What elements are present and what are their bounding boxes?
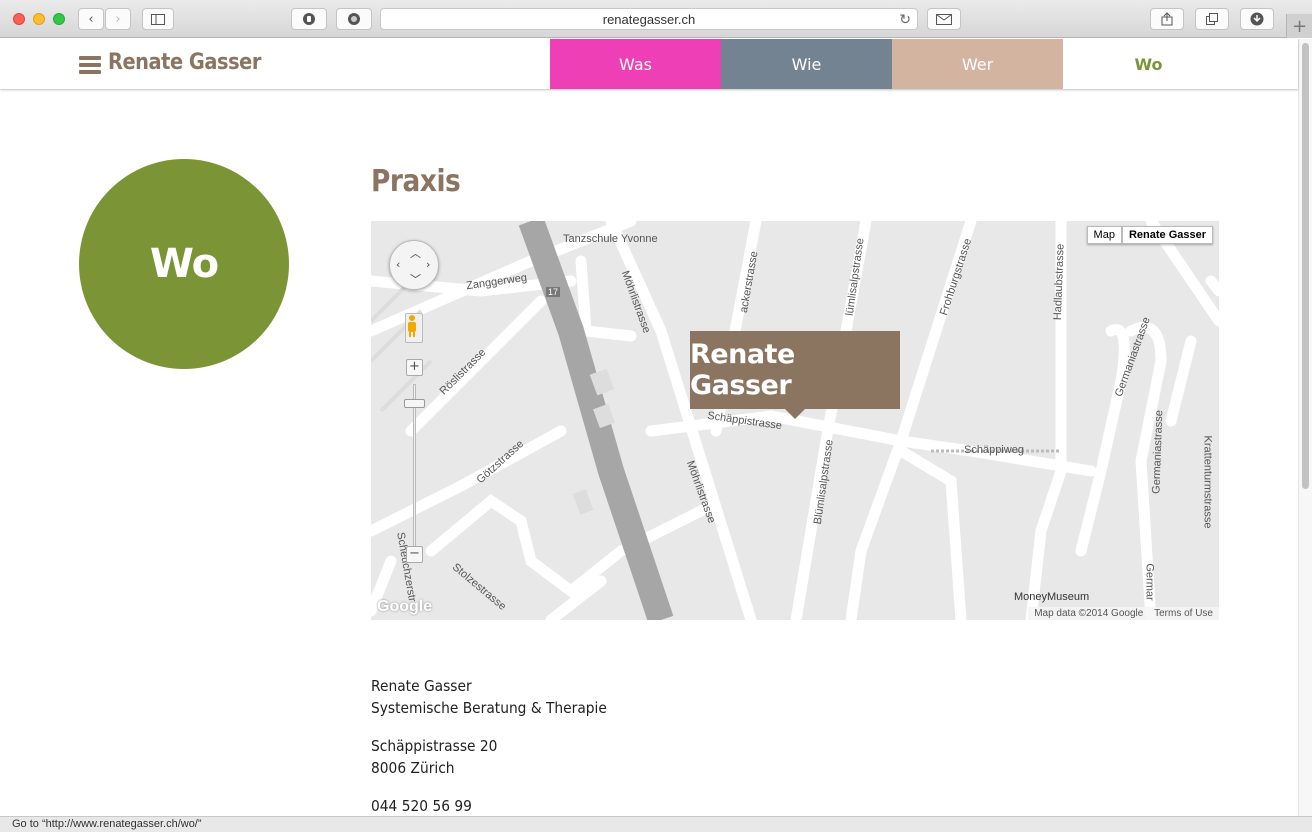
browser-status-bar: Go to “http://www.renategasser.ch/wo/” [0, 816, 1312, 832]
camera-icon [348, 13, 360, 25]
tram-line-badge: 17 [546, 287, 561, 297]
contact-subtitle: Systemische Beratung & Therapie [371, 699, 607, 717]
back-button[interactable]: ‹ [78, 8, 104, 30]
scrollbar-thumb[interactable] [1302, 43, 1309, 489]
plus-icon: + [1291, 15, 1308, 37]
terms-of-use-link[interactable]: Terms of Use [1154, 608, 1213, 619]
map-label-moneymuseum: MoneyMuseum [1014, 591, 1090, 603]
download-icon [1250, 12, 1264, 26]
map-pan-control[interactable]: ︿ ﹀ ‹ › [389, 240, 439, 290]
map-label-germania-bottom: Germar [1143, 563, 1156, 601]
page-scrollbar[interactable] [1298, 39, 1312, 816]
sidebar-icon [151, 13, 165, 25]
pan-down-icon[interactable]: ﹀ [410, 271, 421, 287]
nav-tab-wie[interactable]: Wie [721, 39, 892, 89]
address-block-name: Renate Gasser Systemische Beratung & The… [371, 675, 607, 719]
zoom-slider-thumb[interactable] [404, 399, 425, 408]
mail-button[interactable] [927, 8, 961, 30]
envelope-icon [936, 13, 952, 25]
minimize-window-button[interactable] [33, 13, 45, 25]
map-type-map-button[interactable]: Map [1086, 226, 1122, 244]
address-bar[interactable]: renategasser.ch ↻ [380, 8, 918, 30]
map-type-active-button[interactable]: Renate Gasser [1121, 226, 1213, 244]
section-circle-badge: Wo [79, 159, 289, 369]
google-map[interactable]: Tanzschule Yvonne Zanggerweg Röslistrass… [371, 221, 1219, 620]
hamburger-menu-icon[interactable] [79, 56, 101, 74]
site-logo[interactable]: Renate Gasser [108, 50, 261, 75]
contact-street: Schäppistrasse 20 [371, 737, 498, 755]
map-data-text: Map data ©2014 Google [1034, 608, 1144, 619]
map-type-control: Map Renate Gasser [1086, 226, 1213, 244]
extension-button[interactable] [291, 8, 327, 30]
map-label-krattenturmstrasse: Krattenturmstrasse [1201, 435, 1214, 529]
share-button[interactable] [1150, 8, 1184, 30]
zoom-out-button[interactable]: − [406, 546, 423, 563]
contact-name: Renate Gasser [371, 677, 472, 695]
reload-icon[interactable]: ↻ [899, 11, 911, 28]
page-title: Praxis [371, 164, 461, 199]
close-window-button[interactable] [13, 13, 25, 25]
map-label-tanzschule: Tanzschule Yvonne [563, 233, 658, 245]
address-block-phone: 044 520 56 99 [371, 795, 472, 817]
nav-tab-was[interactable]: Was [550, 39, 721, 89]
contact-city: 8006 Zürich [371, 759, 455, 777]
tabs-icon [1205, 13, 1218, 25]
street-view-pegman-icon[interactable] [405, 313, 423, 343]
share-icon [1161, 12, 1173, 26]
address-block-street: Schäppistrasse 20 8006 Zürich [371, 735, 497, 779]
url-text: renategasser.ch [602, 11, 696, 27]
zoom-window-button[interactable] [53, 13, 65, 25]
pan-up-icon[interactable]: ︿ [410, 245, 421, 261]
pan-left-icon[interactable]: ‹ [396, 258, 400, 271]
nav-tab-wer[interactable]: Wer [892, 39, 1063, 89]
map-attribution: Map data ©2014 Google Terms of Use [1028, 607, 1219, 620]
forward-button[interactable]: › [105, 8, 131, 30]
zoom-in-button[interactable]: + [406, 359, 423, 376]
hand-icon [303, 13, 315, 25]
sidebar-button[interactable] [142, 8, 174, 30]
extension-button-2[interactable] [336, 8, 372, 30]
tabs-button[interactable] [1195, 8, 1229, 30]
chevron-left-icon: ‹ [88, 11, 94, 27]
downloads-button[interactable] [1240, 8, 1274, 30]
contact-phone[interactable]: 044 520 56 99 [371, 795, 472, 817]
pan-right-icon[interactable]: › [426, 258, 430, 271]
site-header: Renate Gasser Was Wie Wer Wo [0, 39, 1298, 89]
map-label-schaeppiweg: Schäppiweg [964, 444, 1024, 456]
google-logo[interactable]: Google [377, 598, 432, 616]
map-marker-label[interactable]: Renate Gasser [690, 331, 900, 419]
chevron-right-icon: › [115, 11, 121, 27]
nav-tab-wo[interactable]: Wo [1063, 39, 1234, 89]
zoom-slider-track[interactable] [413, 384, 416, 554]
browser-toolbar: ‹ › renategasser.ch ↻ + [0, 0, 1312, 38]
new-tab-button[interactable]: + [1286, 14, 1312, 38]
